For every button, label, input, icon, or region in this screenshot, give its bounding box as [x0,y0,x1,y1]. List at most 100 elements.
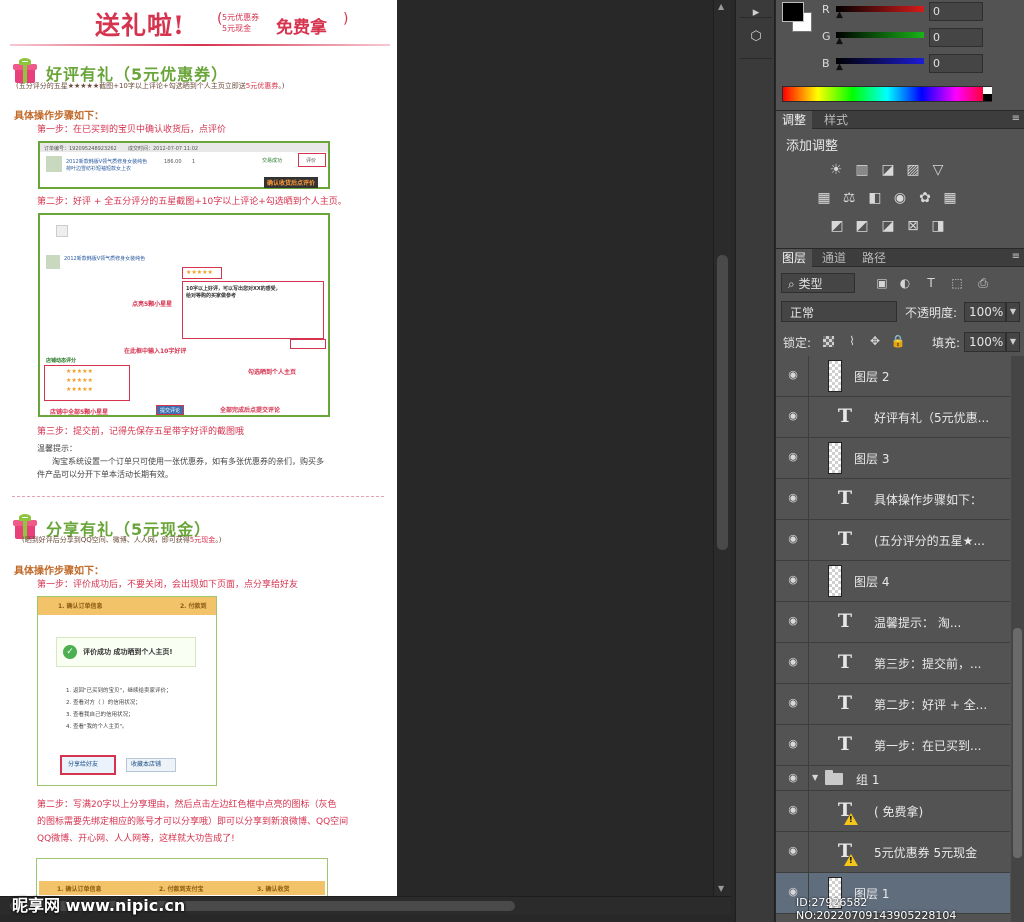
blue-slider-knob[interactable]: ▲ [836,62,843,72]
color-spectrum-ramp[interactable] [782,86,992,102]
canvas-vertical-scroll-thumb[interactable] [717,255,728,550]
canvas-vertical-scrollbar[interactable]: ▲ ▼ [713,0,731,896]
green-value-field[interactable]: 0 [929,28,983,47]
visibility-eye-icon[interactable]: ◉ [785,845,801,857]
lock-transparency-icon[interactable] [823,336,834,347]
panel-menu-icon[interactable]: ≡ [1012,251,1020,262]
history-panel-icon[interactable]: ▸ [742,0,770,26]
green-slider-knob[interactable]: ▲ [836,36,843,46]
adjustment-filter-icon[interactable]: ◐ [896,273,914,293]
visibility-eye-icon[interactable]: ◉ [785,804,801,816]
layer-row[interactable]: ◉ T 第一步：在已买到... [776,725,1010,766]
layer-row[interactable]: ◉ T (五分评分的五星★... [776,520,1010,561]
layer-row[interactable]: ◉ 图层 2 [776,356,1010,397]
tab-styles[interactable]: 样式 [818,111,854,129]
lock-image-pixels-icon[interactable]: ⌇ [844,333,860,349]
layer-name[interactable]: 第二步：好评 + 全... [874,696,987,713]
visibility-eye-icon[interactable]: ◉ [785,697,801,709]
curves-icon[interactable]: ◪ [878,161,898,179]
3d-panel-icon[interactable]: ⬡ [742,24,770,50]
layer-row[interactable]: ◉ T!( 免费拿) [776,791,1010,832]
layer-name[interactable]: 好评有礼（5元优惠... [874,409,989,426]
layer-name[interactable]: 具体操作步骤如下： [874,491,982,508]
threshold-icon[interactable]: ◪ [878,217,898,235]
layer-name[interactable]: 5元优惠券 5元现金 [874,844,977,861]
invert-icon[interactable]: ◩ [827,217,847,235]
type-filter-icon[interactable]: T [922,273,940,293]
red-value-field[interactable]: 0 [929,2,983,21]
hue-saturation-icon[interactable]: ▦ [814,189,834,207]
vibrance-icon[interactable]: ▽ [928,161,948,179]
black-white-swatch[interactable] [983,87,992,101]
red-slider[interactable] [836,6,924,12]
red-slider-knob[interactable]: ▲ [836,10,843,20]
tab-paths[interactable]: 路径 [856,249,892,267]
visibility-eye-icon[interactable]: ◉ [785,369,801,381]
tab-layers[interactable]: 图层 [776,249,813,267]
brightness-contrast-icon[interactable]: ☀ [826,161,846,179]
blue-value-field[interactable]: 0 [929,54,983,73]
foreground-color-swatch[interactable] [782,2,804,22]
blend-mode-select[interactable]: 正常 [781,301,897,322]
visibility-eye-icon[interactable]: ◉ [785,533,801,545]
layer-row[interactable]: ◉ T 第三步：提交前，... [776,643,1010,684]
layer-row[interactable]: ◉ ▼ 组 1 [776,766,1010,791]
visibility-eye-icon[interactable]: ◉ [785,451,801,463]
levels-icon[interactable]: ▥ [852,161,872,179]
layer-row[interactable]: ◉ T 好评有礼（5元优惠... [776,397,1010,438]
visibility-eye-icon[interactable]: ◉ [785,615,801,627]
layer-row[interactable]: ◉ T 温馨提示： 淘... [776,602,1010,643]
opacity-field[interactable]: 100% [964,302,1006,322]
photo-filter-icon[interactable]: ◉ [890,189,910,207]
green-slider[interactable] [836,32,924,38]
visibility-eye-icon[interactable]: ◉ [785,738,801,750]
visibility-eye-icon[interactable]: ◉ [785,656,801,668]
layer-row[interactable]: ◉ T! 5元优惠券 5元现金 [776,832,1010,873]
visibility-eye-icon[interactable]: ◉ [785,772,801,784]
channel-mixer-icon[interactable]: ✿ [915,189,935,207]
tab-adjustments[interactable]: 调整 [776,111,813,129]
group-expand-arrow-icon[interactable]: ▼ [812,773,818,782]
layers-scroll-thumb[interactable] [1013,628,1022,858]
visibility-eye-icon[interactable]: ◉ [785,574,801,586]
layer-name[interactable]: 温馨提示： 淘... [874,614,961,631]
layer-row[interactable]: ◉ 图层 3 [776,438,1010,479]
scroll-up-arrow-icon[interactable]: ▲ [718,2,724,11]
exposure-icon[interactable]: ▨ [903,161,923,179]
color-lookup-icon[interactable]: ▦ [940,189,960,207]
scroll-down-arrow-icon[interactable]: ▼ [718,884,724,893]
gradient-map-icon[interactable]: ◨ [928,217,948,235]
blue-slider[interactable] [836,58,924,64]
smart-object-filter-icon[interactable]: ⎙ [974,273,992,293]
layers-scrollbar[interactable] [1011,356,1024,922]
document-canvas[interactable]: 送礼啦! ( 5元优惠券 5元现金 免费拿 ) 好评有礼（5元优惠券） (五分评… [0,0,397,896]
lock-position-icon[interactable]: ✥ [867,333,883,349]
layer-name[interactable]: 第一步：在已买到... [874,737,981,754]
black-white-icon[interactable]: ◧ [865,189,885,207]
layer-name[interactable]: (五分评分的五星★... [874,532,985,549]
fill-field[interactable]: 100% [964,332,1006,352]
selective-color-icon[interactable]: ⊠ [903,217,923,235]
layer-name[interactable]: 第三步：提交前，... [874,655,981,672]
layer-name[interactable]: ( 免费拿) [874,803,923,820]
visibility-eye-icon[interactable]: ◉ [785,410,801,422]
pixel-filter-icon[interactable]: ▣ [873,273,891,293]
layer-list[interactable]: ◉ 图层 2 ◉ T 好评有礼（5元优惠... ◉ 图层 3 ◉ T 具体操作步骤如下： ◉ T (五分… [776,356,1010,922]
shape-filter-icon[interactable]: ⬚ [948,273,966,293]
layer-name[interactable]: 图层 4 [854,573,889,590]
canvas-area[interactable]: 送礼啦! ( 5元优惠券 5元现金 免费拿 ) 好评有礼（5元优惠券） (五分评… [0,0,735,922]
layer-name[interactable]: 图层 3 [854,450,889,467]
layer-row[interactable]: ◉ T 具体操作步骤如下： [776,479,1010,520]
color-balance-icon[interactable]: ⚖ [839,189,859,207]
fill-dropdown-icon[interactable]: ▼ [1006,332,1020,352]
layer-name[interactable]: 图层 2 [854,368,889,385]
panel-menu-icon[interactable]: ≡ [1012,113,1020,124]
layer-row[interactable]: ◉ 图层 4 [776,561,1010,602]
posterize-icon[interactable]: ◩ [852,217,872,235]
opacity-dropdown-icon[interactable]: ▼ [1006,302,1020,322]
visibility-eye-icon[interactable]: ◉ [785,492,801,504]
layer-row[interactable]: ◉ T 第二步：好评 + 全... [776,684,1010,725]
lock-all-icon[interactable]: 🔒 [890,333,906,349]
layer-filter-kind-select[interactable]: ⌕ 类型 [781,273,855,293]
layer-name[interactable]: 组 1 [856,771,879,788]
